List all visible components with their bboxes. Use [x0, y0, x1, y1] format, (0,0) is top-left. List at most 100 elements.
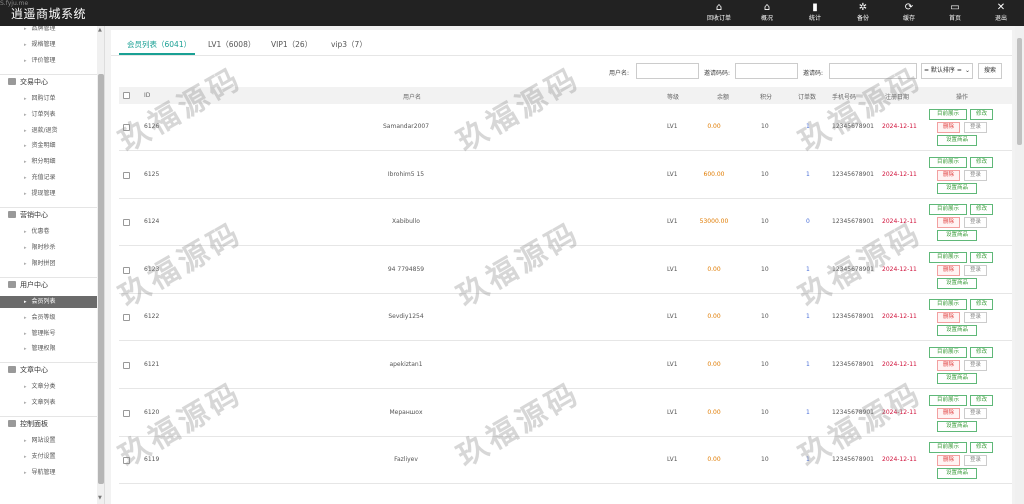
tab-1[interactable]: LV1（6008）	[208, 39, 255, 50]
preview-button[interactable]: 目前展示	[929, 156, 967, 168]
sidebar-scrollbar[interactable]: ▲ ▼	[97, 26, 104, 504]
preview-button[interactable]: 目前展示	[929, 299, 967, 311]
row-checkbox[interactable]	[123, 314, 130, 322]
tab-3[interactable]: vip3（7）	[331, 39, 367, 50]
login-button[interactable]: 登录	[964, 407, 987, 419]
preview-button[interactable]: 目前展示	[929, 251, 967, 263]
login-button[interactable]: 登录	[964, 360, 987, 371]
sidebar-item-12[interactable]: ▸ 优惠卷	[24, 226, 50, 238]
set-goods-button[interactable]: 设置商品	[937, 325, 977, 337]
row-checkbox[interactable]	[123, 409, 130, 417]
sidebar-item-6[interactable]: ▸ 退款/退货	[24, 125, 58, 137]
edit-button[interactable]: 修改	[970, 299, 993, 311]
sidebar-item-9[interactable]: ▸ 充值记录	[24, 172, 56, 184]
sidebar-section-15[interactable]: 用户中心	[8, 279, 48, 291]
set-goods-button[interactable]: 设置商品	[937, 373, 977, 384]
sidebar-item-21[interactable]: ▸ 文章分类	[24, 381, 56, 393]
sidebar-item-7[interactable]: ▸ 资金明细	[24, 140, 56, 152]
sidebar-section-23[interactable]: 控制面板	[8, 418, 48, 430]
row-checkbox[interactable]	[123, 171, 130, 179]
login-button[interactable]: 登录	[964, 169, 987, 181]
sidebar-item-25[interactable]: ▸ 支付设置	[24, 451, 56, 463]
delete-button[interactable]: 删除	[937, 169, 960, 181]
invite-code-input[interactable]	[735, 63, 798, 79]
row-checkbox[interactable]	[123, 124, 130, 131]
login-button[interactable]: 登录	[964, 455, 987, 467]
topnav-monitor[interactable]: ▭ 首页	[933, 2, 977, 26]
sidebar-item-0[interactable]: ▸ 品牌管理	[24, 26, 56, 35]
sidebar-item-24[interactable]: ▸ 网站设置	[24, 435, 56, 447]
set-goods-button[interactable]: 设置商品	[937, 420, 977, 432]
sidebar-item-8[interactable]: ▸ 积分明细	[24, 156, 56, 168]
main-scroll-thumb[interactable]	[1017, 38, 1022, 145]
row-checkbox[interactable]	[123, 362, 130, 369]
sidebar-item-5[interactable]: ▸ 订单列表	[24, 109, 56, 121]
sidebar-item-17[interactable]: ▸ 会员等级	[24, 312, 56, 324]
sidebar-item-16[interactable]: ▸ 会员列表	[0, 295, 97, 308]
preview-button[interactable]: 目前展示	[929, 442, 967, 454]
delete-button[interactable]: 删除	[937, 264, 960, 276]
topnav-refresh[interactable]: ⟳ 缓存	[887, 2, 931, 26]
invitee-input[interactable]	[829, 63, 917, 79]
sidebar-item-19[interactable]: ▸ 管理权限	[24, 343, 56, 355]
scroll-up-icon[interactable]: ▲	[98, 27, 102, 33]
set-goods-button[interactable]: 设置商品	[937, 135, 977, 146]
edit-button[interactable]: 修改	[970, 251, 993, 263]
topnav-home[interactable]: ⌂ 回收订单	[697, 2, 741, 26]
edit-button[interactable]: 修改	[970, 442, 993, 454]
delete-button[interactable]: 删除	[937, 312, 960, 324]
preview-button[interactable]: 目前展示	[929, 394, 967, 406]
delete-button[interactable]: 删除	[937, 122, 960, 133]
preview-button[interactable]: 目前展示	[929, 347, 967, 358]
sidebar-section-20[interactable]: 文章中心	[8, 364, 48, 376]
edit-button[interactable]: 修改	[970, 347, 993, 358]
set-goods-button[interactable]: 设置商品	[937, 182, 977, 194]
login-button[interactable]: 登录	[964, 312, 987, 324]
sidebar-item-26[interactable]: ▸ 导航管理	[24, 467, 56, 479]
delete-button[interactable]: 删除	[937, 455, 960, 467]
sidebar-item-14[interactable]: ▸ 限时拼团	[24, 258, 56, 270]
edit-button[interactable]: 修改	[970, 204, 993, 216]
row-checkbox[interactable]	[123, 266, 130, 274]
topnav-close[interactable]: ✕ 退出	[979, 2, 1023, 26]
topnav-gear[interactable]: ✲ 备份	[841, 2, 885, 26]
select-all-checkbox[interactable]	[123, 92, 130, 99]
set-goods-button[interactable]: 设置商品	[937, 230, 977, 242]
search-button[interactable]: 搜索	[978, 63, 1002, 79]
login-button[interactable]: 登录	[964, 264, 987, 276]
preview-button[interactable]: 目前展示	[929, 109, 967, 120]
set-goods-button[interactable]: 设置商品	[937, 277, 977, 289]
edit-button[interactable]: 修改	[970, 109, 993, 120]
scroll-down-icon[interactable]: ▼	[98, 495, 102, 501]
sidebar-item-2[interactable]: ▸ 评价管理	[24, 55, 56, 67]
sidebar-section-3[interactable]: 交易中心	[8, 76, 48, 88]
login-button[interactable]: 登录	[964, 217, 987, 229]
sort-select[interactable]: = 默认排序 = ⌄	[921, 63, 973, 79]
sidebar-section-11[interactable]: 营销中心	[8, 209, 48, 221]
topnav-home[interactable]: ⌂ 概况	[745, 2, 789, 26]
edit-button[interactable]: 修改	[970, 156, 993, 168]
sidebar-item-13[interactable]: ▸ 限时秒杀	[24, 242, 56, 254]
main-scrollbar[interactable]	[1015, 26, 1024, 504]
chevron-right-icon: ▸	[24, 469, 27, 476]
row-checkbox[interactable]	[123, 219, 130, 227]
preview-button[interactable]: 目前展示	[929, 204, 967, 216]
tab-2[interactable]: VIP1（26）	[271, 39, 312, 50]
username-input[interactable]	[636, 63, 699, 79]
tab-0[interactable]: 会员列表（6041）	[127, 39, 191, 50]
delete-button[interactable]: 删除	[937, 217, 960, 229]
delete-button[interactable]: 删除	[937, 407, 960, 419]
sidebar-item-22[interactable]: ▸ 文章列表	[24, 397, 56, 409]
sidebar-item-10[interactable]: ▸ 提现管理	[24, 188, 56, 200]
sidebar-item-1[interactable]: ▸ 规格管理	[24, 39, 56, 51]
sidebar-scroll-thumb[interactable]	[98, 74, 104, 484]
cell-username: Мераншох	[389, 408, 423, 416]
set-goods-button[interactable]: 设置商品	[937, 468, 977, 480]
delete-button[interactable]: 删除	[937, 360, 960, 371]
login-button[interactable]: 登录	[964, 122, 987, 133]
topnav-bar-chart[interactable]: ▮ 统计	[793, 2, 837, 26]
sidebar-item-18[interactable]: ▸ 管理帐号	[24, 328, 56, 340]
row-checkbox[interactable]	[123, 457, 130, 465]
edit-button[interactable]: 修改	[970, 394, 993, 406]
sidebar-item-4[interactable]: ▸ 回购订单	[24, 93, 56, 105]
